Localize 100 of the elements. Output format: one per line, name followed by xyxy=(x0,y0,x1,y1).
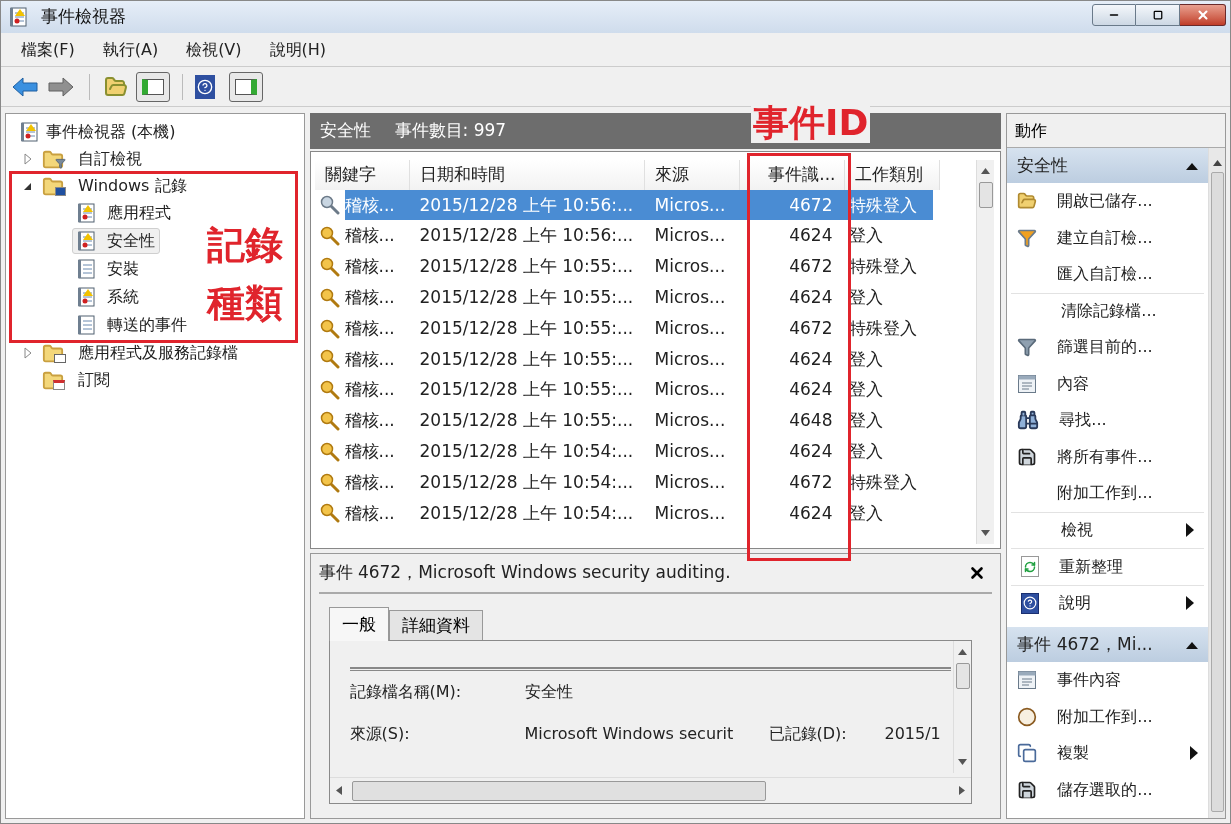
action-item[interactable]: 將所有事件... xyxy=(1057,444,1153,469)
menu-item[interactable]: 檢視(V) xyxy=(186,37,242,62)
tree-item[interactable]: 應用程式 xyxy=(72,200,176,226)
restore-button[interactable] xyxy=(1136,4,1180,26)
column-header[interactable]: 關鍵字 xyxy=(314,160,410,190)
menu-item[interactable]: 檔案(F) xyxy=(21,37,75,62)
table-cell-text: 登入 xyxy=(847,378,884,402)
action-item[interactable]: 清除記錄檔... xyxy=(1061,299,1157,324)
submenu-arrow-icon xyxy=(1186,596,1194,611)
table-row[interactable]: 稽核... 2015/12/28 上午 10:56:... Micros... 4624 登入 xyxy=(344,221,933,252)
action-item[interactable]: 篩選目前的... xyxy=(1057,335,1153,360)
table-cell-text: Micros... xyxy=(653,255,727,279)
field-value: 2015/1 xyxy=(884,723,941,745)
table-cell-text: Micros... xyxy=(653,316,727,340)
tree-item[interactable]: 安裝 xyxy=(72,256,144,282)
back-arrow-icon[interactable] xyxy=(11,75,39,98)
event-count: 事件數目: 997 xyxy=(394,119,507,143)
table-cell-text: Micros... xyxy=(653,378,727,402)
table-cell-text: 2015/12/28 上午 10:55:... xyxy=(418,286,635,310)
collapse-icon[interactable] xyxy=(1186,640,1198,649)
menu-item[interactable]: 說明(H) xyxy=(269,37,327,62)
tree-item[interactable]: 自訂檢視 xyxy=(78,146,142,171)
table-row[interactable]: 稽核... 2015/12/28 上午 10:54:... Micros... 4624 登入 xyxy=(344,498,933,529)
action-item[interactable]: 匯入自訂檢... xyxy=(1057,262,1153,287)
save-icon xyxy=(1017,779,1038,800)
scroll-down-icon[interactable] xyxy=(981,530,991,536)
table-cell-text: 4672 xyxy=(788,255,834,279)
action-item[interactable]: 事件內容 xyxy=(1057,668,1122,693)
help-icon xyxy=(1021,592,1040,614)
action-item[interactable]: 內容 xyxy=(1057,371,1090,396)
action-item[interactable]: 附加工作到... xyxy=(1057,704,1153,729)
section-header[interactable]: 事件 4672，Mi... xyxy=(1007,627,1208,662)
action-item[interactable]: 建立自訂檢... xyxy=(1057,225,1153,250)
table-row[interactable]: 稽核... 2015/12/28 上午 10:54:... Micros... 4624 登入 xyxy=(344,436,933,467)
column-header[interactable]: 日期和時間 xyxy=(409,160,645,190)
save-icon xyxy=(1017,446,1038,467)
scroll-right-icon[interactable] xyxy=(959,786,966,795)
table-cell-text: 2015/12/28 上午 10:55:... xyxy=(418,316,635,340)
tree-item[interactable]: 轉送的事件 xyxy=(72,312,192,338)
column-header[interactable]: 來源 xyxy=(644,160,740,190)
table-cell-text: 4648 xyxy=(788,409,834,433)
field-label: 已記錄(D): xyxy=(768,723,848,745)
show-pane-button[interactable] xyxy=(136,71,170,102)
tree-item[interactable]: 安全性 xyxy=(72,228,160,254)
field-label: 來源(S): xyxy=(349,723,411,745)
forward-arrow-icon[interactable] xyxy=(47,75,75,98)
action-pane-button[interactable] xyxy=(229,71,263,102)
table-cell-text: 稽核... xyxy=(344,224,396,248)
tab[interactable]: 詳細資料 xyxy=(388,610,483,640)
action-item[interactable]: 複製 xyxy=(1057,741,1090,766)
action-item[interactable]: 附加工作到... xyxy=(1057,481,1153,506)
action-item[interactable]: 說明 xyxy=(1059,591,1092,616)
tree-item[interactable]: 應用程式及服務記錄檔 xyxy=(78,340,238,365)
section-header[interactable]: 安全性 xyxy=(1007,148,1208,183)
table-cell-text: 2015/12/28 上午 10:55:... xyxy=(418,255,635,279)
table-cell-text: 4624 xyxy=(788,440,834,463)
tab[interactable]: 一般 xyxy=(328,607,389,641)
table-row[interactable]: 稽核... 2015/12/28 上午 10:55:... Micros... 4624 登入 xyxy=(344,375,933,406)
tree-item[interactable]: 事件檢視器 (本機) xyxy=(46,119,176,144)
action-item[interactable]: 尋找... xyxy=(1059,408,1107,433)
scroll-up-icon[interactable] xyxy=(958,649,968,655)
action-item[interactable]: 開啟已儲存... xyxy=(1057,189,1153,214)
minimize-button[interactable] xyxy=(1092,4,1136,26)
scroll-up-icon[interactable] xyxy=(981,168,991,174)
folder-icon[interactable] xyxy=(104,74,128,99)
table-cell-text: 4624 xyxy=(788,501,834,525)
table-cell-text: 登入 xyxy=(847,501,884,525)
tree-item[interactable]: Windows 記錄 xyxy=(78,173,187,198)
table-row[interactable]: 稽核... 2015/12/28 上午 10:55:... Micros... 4624 登入 xyxy=(344,344,933,375)
log-name: 安全性 xyxy=(319,119,371,143)
table-cell-text: 稽核... xyxy=(344,255,396,279)
collapse-icon[interactable] xyxy=(1186,161,1198,170)
table-cell-text: 2015/12/28 上午 10:54:... xyxy=(418,440,635,463)
pane-title: 動作 xyxy=(1007,114,1225,148)
table-row[interactable]: 稽核... 2015/12/28 上午 10:55:... Micros... 4624 登入 xyxy=(344,282,933,313)
scroll-left-icon[interactable] xyxy=(335,786,342,795)
tree-item[interactable]: 系統 xyxy=(72,284,144,310)
table-cell-text: Micros... xyxy=(653,286,727,310)
table-cell-text: 登入 xyxy=(847,286,884,310)
tree-item[interactable]: 訂閱 xyxy=(78,367,110,392)
action-item[interactable]: 重新整理 xyxy=(1059,554,1124,579)
action-item[interactable]: 檢視 xyxy=(1061,518,1094,543)
table-cell-text: 2015/12/28 上午 10:56:... xyxy=(418,193,635,217)
annotation-label: 事件ID xyxy=(751,103,871,143)
close-button[interactable] xyxy=(1180,4,1226,26)
table-row[interactable]: 稽核... 2015/12/28 上午 10:55:... Micros... 4648 登入 xyxy=(344,405,933,436)
alert-log-icon xyxy=(77,203,95,223)
scroll-up-icon[interactable] xyxy=(1212,160,1222,166)
table-cell-text: Micros... xyxy=(653,409,727,433)
menu-item[interactable]: 執行(A) xyxy=(102,37,159,62)
action-item[interactable]: 儲存選取的... xyxy=(1057,777,1153,802)
column-header[interactable]: 事件識... xyxy=(739,160,845,190)
column-header[interactable]: 工作類別 xyxy=(844,160,940,190)
table-cell-text: Micros... xyxy=(653,224,727,248)
table-cell-text: 4672 xyxy=(788,470,834,494)
table-cell-text: 稽核... xyxy=(344,470,396,494)
table-cell-text: 稽核... xyxy=(344,193,396,217)
alert-log-icon xyxy=(20,121,38,142)
help-icon[interactable] xyxy=(195,74,215,99)
scroll-down-icon[interactable] xyxy=(958,759,968,765)
